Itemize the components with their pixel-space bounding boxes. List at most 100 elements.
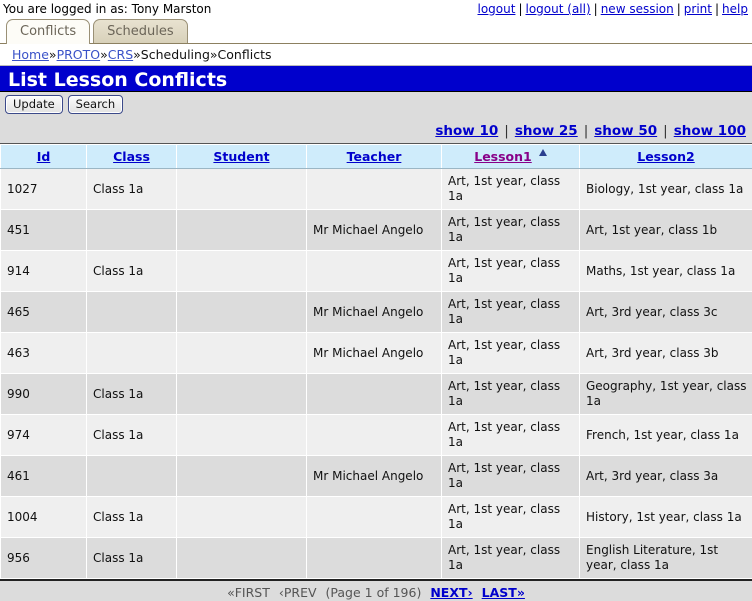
logout-link[interactable]: logout xyxy=(478,2,516,16)
column-header-student[interactable]: Student xyxy=(176,144,307,169)
print-link[interactable]: print xyxy=(684,2,712,16)
link-separator: | xyxy=(518,2,523,16)
cell-teacher xyxy=(306,250,442,292)
breadcrumb-separator: » xyxy=(48,47,57,62)
page-indicator: (Page 1 of 196) xyxy=(325,585,422,600)
cell-lesson1: Art, 1st year, class 1a xyxy=(441,250,580,292)
show-10-link[interactable]: show 10 xyxy=(435,123,498,139)
show-50-link[interactable]: show 50 xyxy=(594,123,657,139)
update-button[interactable]: Update xyxy=(5,95,63,114)
cell-teacher xyxy=(306,168,442,210)
breadcrumb-item-proto[interactable]: PROTO xyxy=(57,47,101,62)
cell-teacher xyxy=(306,414,442,456)
cell-teacher: Mr Michael Angelo xyxy=(306,332,442,374)
table-row[interactable]: 974 Class 1a Art, 1st year, class 1a French… xyxy=(0,414,752,456)
column-header-lesson2[interactable]: Lesson2 xyxy=(579,144,752,169)
session-links: logout | logout (all) | new session | print | he… xyxy=(478,2,749,16)
cell-class: Class 1a xyxy=(86,250,177,292)
table-row[interactable]: 465 Mr Michael Angelo Art, 1st year, class… xyxy=(0,291,752,333)
cell-teacher xyxy=(306,537,442,579)
cell-lesson1: Art, 1st year, class 1a xyxy=(441,496,580,538)
cell-lesson2: Art, 3rd year, class 3a xyxy=(579,455,752,497)
cell-lesson1: Art, 1st year, class 1a xyxy=(441,332,580,374)
column-header-class[interactable]: Class xyxy=(86,144,177,169)
cell-student xyxy=(176,332,307,374)
breadcrumb-item-scheduling: Scheduling xyxy=(140,47,210,62)
table-row[interactable]: 451 Mr Michael Angelo Art, 1st year, class… xyxy=(0,209,752,251)
tab-schedules-label: Schedules xyxy=(107,24,174,39)
cell-teacher: Mr Michael Angelo xyxy=(306,455,442,497)
cell-class: Class 1a xyxy=(86,414,177,456)
show-100-link[interactable]: show 100 xyxy=(674,123,746,139)
cell-id: 465 xyxy=(0,291,87,333)
table-row[interactable]: 914 Class 1a Art, 1st year, class 1a Maths,… xyxy=(0,250,752,292)
show-separator: | xyxy=(504,122,509,139)
link-separator: | xyxy=(676,2,681,16)
help-link[interactable]: help xyxy=(722,2,748,16)
table-row[interactable]: 461 Mr Michael Angelo Art, 1st year, class… xyxy=(0,455,752,497)
cell-id: 463 xyxy=(0,332,87,374)
new-session-link[interactable]: new session xyxy=(601,2,674,16)
tab-schedules[interactable]: Schedules xyxy=(93,19,188,43)
show-25-link[interactable]: show 25 xyxy=(515,123,578,139)
breadcrumb-item-crs[interactable]: CRS xyxy=(108,47,133,62)
link-separator: | xyxy=(593,2,598,16)
cell-lesson2: Art, 3rd year, class 3b xyxy=(579,332,752,374)
cell-id: 451 xyxy=(0,209,87,251)
table-row[interactable]: 956 Class 1a Art, 1st year, class 1a Englis… xyxy=(0,537,752,579)
table-header-row: Id Class Student Teacher Lesson1 Lesson2 xyxy=(0,144,752,169)
cell-class xyxy=(86,332,177,374)
cell-lesson2: Maths, 1st year, class 1a xyxy=(579,250,752,292)
cell-class xyxy=(86,209,177,251)
sort-link-student[interactable]: Student xyxy=(213,149,269,164)
cell-student xyxy=(176,414,307,456)
column-header-lesson1[interactable]: Lesson1 xyxy=(441,144,580,169)
column-header-teacher[interactable]: Teacher xyxy=(306,144,442,169)
table-row[interactable]: 990 Class 1a Art, 1st year, class 1a Geogra… xyxy=(0,373,752,415)
pager-section: «FIRST‹PREV(Page 1 of 196)NEXT›LAST» RES… xyxy=(0,579,752,601)
cell-lesson1: Art, 1st year, class 1a xyxy=(441,291,580,333)
first-page-disabled: «FIRST xyxy=(227,585,270,600)
tab-conflicts[interactable]: Conflicts xyxy=(6,19,91,44)
cell-student xyxy=(176,168,307,210)
cell-id: 990 xyxy=(0,373,87,415)
cell-id: 461 xyxy=(0,455,87,497)
cell-lesson1: Art, 1st year, class 1a xyxy=(441,209,580,251)
breadcrumb-separator: » xyxy=(100,47,108,62)
cell-class: Class 1a xyxy=(86,373,177,415)
pagination-bar: «FIRST ‹PREV (Page 1 of 196) NEXT› LAST» xyxy=(0,581,752,601)
cell-teacher: Mr Michael Angelo xyxy=(306,291,442,333)
sort-link-teacher[interactable]: Teacher xyxy=(347,149,402,164)
show-separator: | xyxy=(663,122,668,139)
table-row[interactable]: 463 Mr Michael Angelo Art, 1st year, class… xyxy=(0,332,752,374)
link-separator: | xyxy=(715,2,720,16)
table-row[interactable]: 1027 Class 1a Art, 1st year, class 1a Biolo… xyxy=(0,168,752,210)
cell-class: Class 1a xyxy=(86,496,177,538)
cell-lesson2: Art, 1st year, class 1b xyxy=(579,209,752,251)
prev-page-disabled: ‹PREV xyxy=(278,585,317,600)
breadcrumb-separator: » xyxy=(209,47,218,62)
sort-link-id[interactable]: Id xyxy=(37,149,51,164)
cell-id: 956 xyxy=(0,537,87,579)
last-page-link[interactable]: LAST» xyxy=(482,585,525,600)
next-page-link[interactable]: NEXT› xyxy=(430,585,472,600)
cell-lesson1: Art, 1st year, class 1a xyxy=(441,455,580,497)
logout-all-link[interactable]: logout (all) xyxy=(526,2,591,16)
rows-per-page-bar: show 10 | show 25 | show 50 | show 100 xyxy=(0,118,752,144)
sort-link-lesson1[interactable]: Lesson1 xyxy=(474,149,532,164)
table-body: 1027 Class 1a Art, 1st year, class 1a Biolo… xyxy=(0,168,752,579)
cell-student xyxy=(176,496,307,538)
sort-link-class[interactable]: Class xyxy=(113,149,150,164)
cell-class xyxy=(86,291,177,333)
column-header-id[interactable]: Id xyxy=(0,144,87,169)
breadcrumb: Home» PROTO» CRS» Scheduling» Conflicts xyxy=(0,44,752,66)
table-row[interactable]: 1004 Class 1a Art, 1st year, class 1a Histo… xyxy=(0,496,752,538)
cell-class: Class 1a xyxy=(86,168,177,210)
cell-id: 914 xyxy=(0,250,87,292)
cell-lesson2: Art, 3rd year, class 3c xyxy=(579,291,752,333)
breadcrumb-item-home[interactable]: Home xyxy=(12,47,49,62)
sort-link-lesson2[interactable]: Lesson2 xyxy=(637,149,695,164)
breadcrumb-item-conflicts: Conflicts xyxy=(217,47,272,62)
cell-id: 1027 xyxy=(0,168,87,210)
search-button[interactable]: Search xyxy=(67,95,124,114)
